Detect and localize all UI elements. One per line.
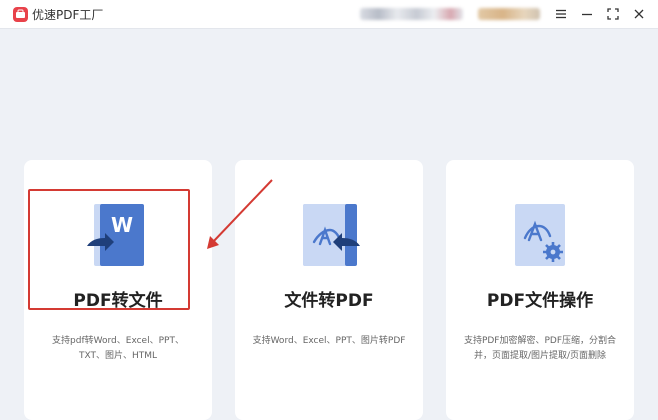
annotation-arrow-icon (207, 179, 273, 249)
